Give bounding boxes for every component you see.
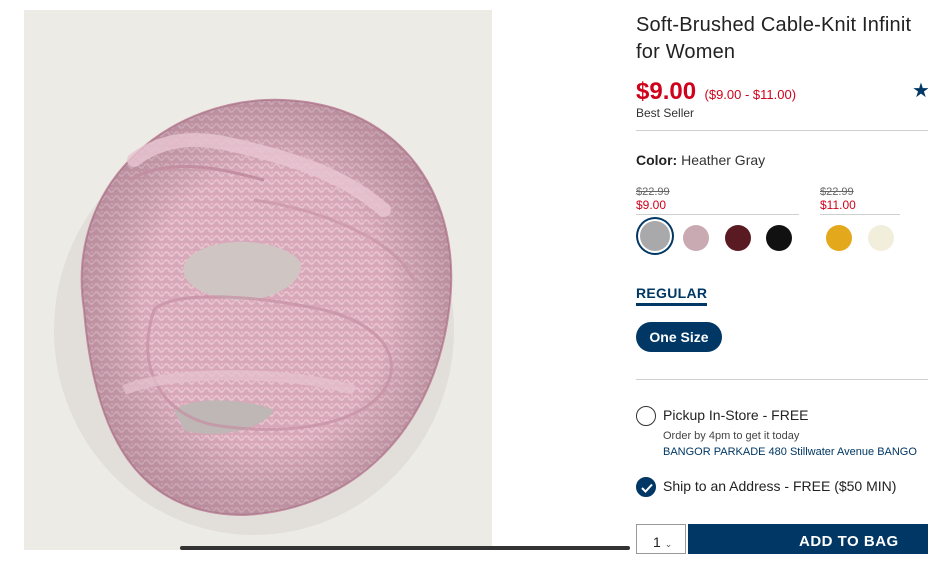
color-value: Heather Gray (681, 152, 766, 168)
price-range: ($9.00 - $11.00) (704, 87, 797, 102)
group-divider (636, 214, 799, 215)
size-one-size-button[interactable]: One Size (636, 322, 722, 352)
pickup-deadline: Order by 4pm to get it today (663, 430, 800, 442)
infinity-scarf-photo (24, 10, 492, 550)
group-price: $9.00 (636, 198, 667, 212)
fit-tab-regular[interactable]: REGULAR (636, 285, 708, 306)
price-row: $9.00 ($9.00 - $11.00) (636, 78, 796, 108)
divider (636, 379, 928, 380)
color-label: Color: Heather Gray (636, 152, 766, 168)
divider (636, 130, 928, 131)
ship-radio[interactable] (636, 477, 656, 497)
swatch-heather-gray[interactable] (640, 221, 670, 251)
swatch-pink-heather[interactable] (683, 225, 709, 251)
check-icon (641, 483, 653, 493)
pickup-store-link[interactable]: BANGOR PARKADE 480 Stillwater Avenue BAN… (663, 446, 917, 458)
sale-price: $9.00 (636, 78, 697, 105)
swatch-cream[interactable] (868, 225, 894, 251)
price-group-2: $22.99 $11.00 (820, 186, 856, 212)
swatch-black[interactable] (766, 225, 792, 251)
group-divider (820, 214, 900, 215)
pickup-radio[interactable] (636, 406, 656, 426)
product-title: Soft-Brushed Cable-Knit Infinit for Wome… (636, 14, 912, 63)
swatch-burgundy[interactable] (725, 225, 751, 251)
group-price: $11.00 (820, 198, 856, 212)
ship-label[interactable]: Ship to an Address - FREE ($50 MIN) (663, 478, 896, 494)
image-scrollbar[interactable] (180, 546, 630, 550)
rating-star-icon[interactable]: ★ (912, 78, 928, 103)
chevron-down-icon: ⌄ (664, 539, 673, 549)
swatch-mustard[interactable] (826, 225, 852, 251)
pickup-label[interactable]: Pickup In-Store - FREE (663, 407, 809, 423)
best-seller-badge: Best Seller (636, 106, 695, 120)
product-image[interactable] (24, 10, 492, 550)
price-group-1: $22.99 $9.00 (636, 186, 670, 212)
quantity-value: 1 (653, 534, 661, 550)
